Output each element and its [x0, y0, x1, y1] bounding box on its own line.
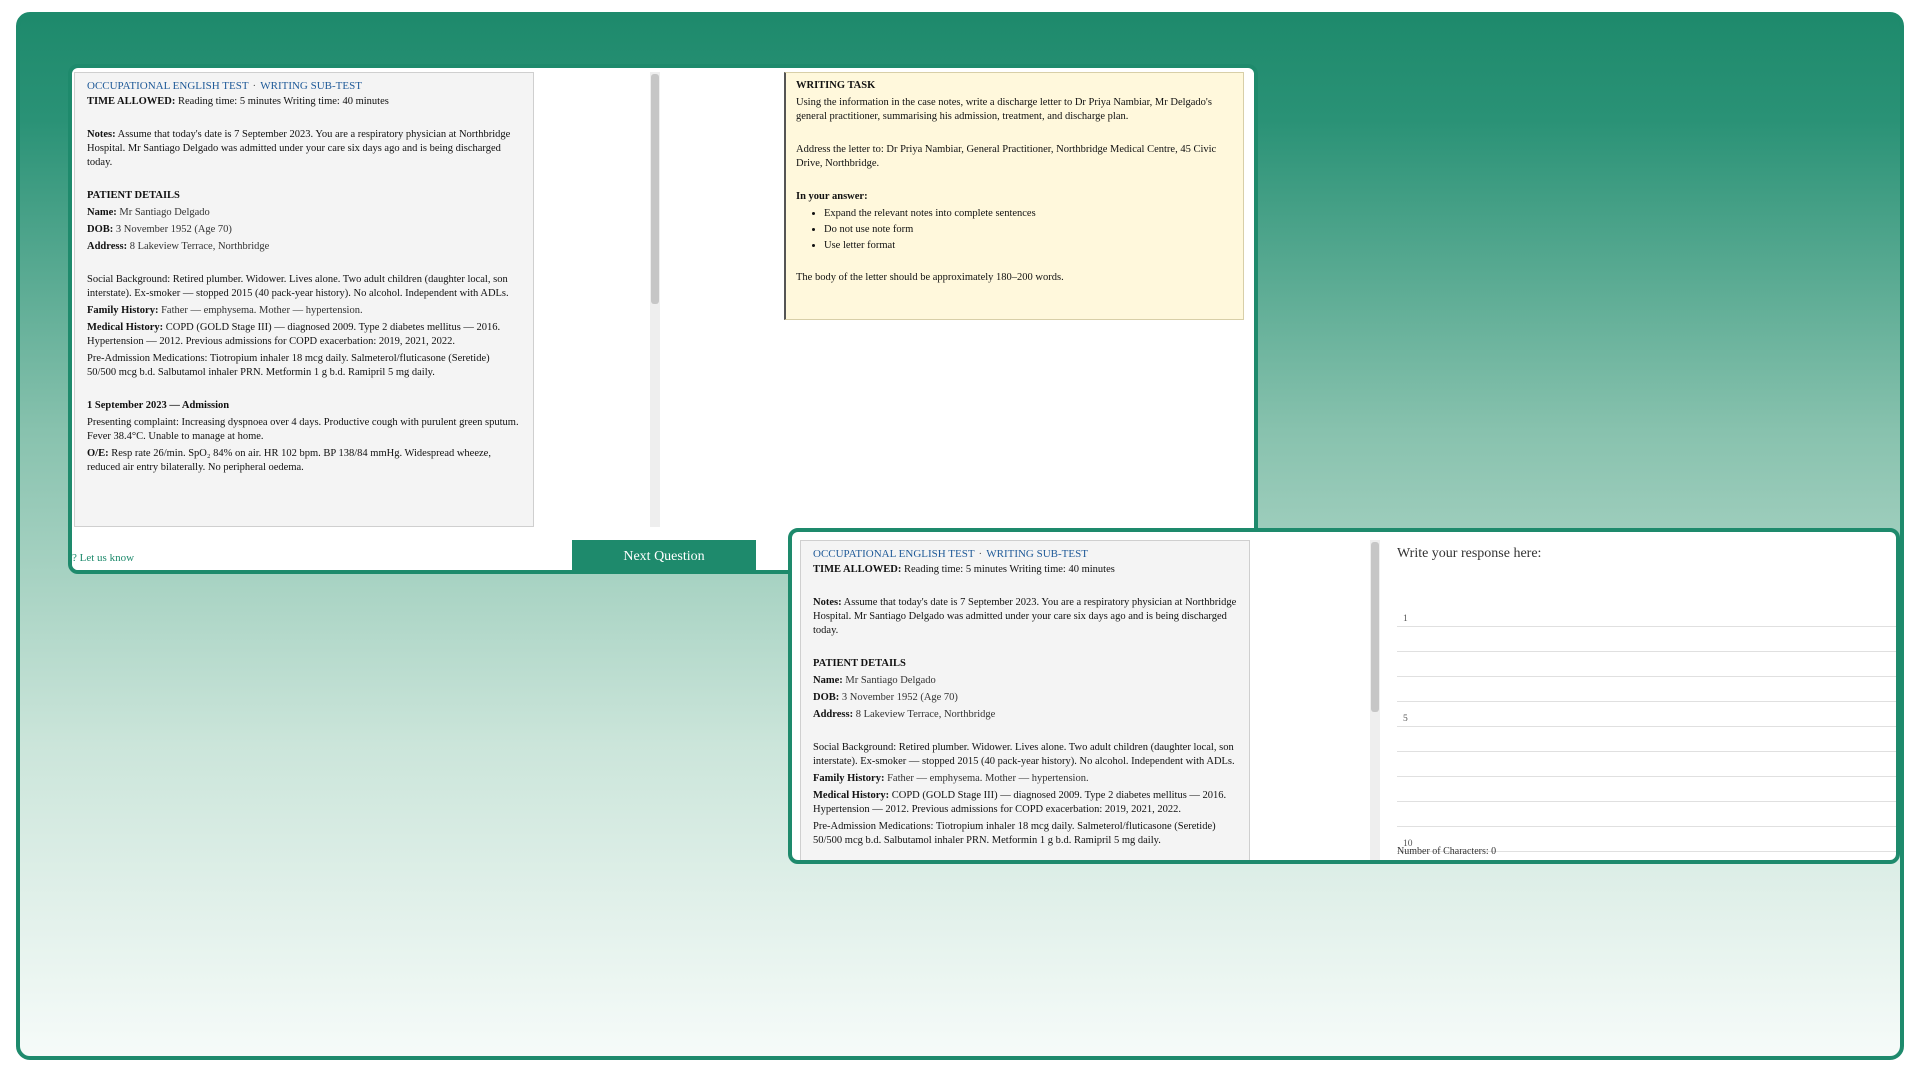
character-count: Number of Characters: 0	[1397, 846, 1497, 857]
medical-history: Medical History: COPD (GOLD Stage III) —…	[87, 322, 501, 347]
patient-dob: DOB: 3 November 1952 (Age 70)	[87, 224, 232, 235]
presenting-complaint: Presenting complaint: Increasing dyspnoe…	[87, 417, 519, 442]
list-item: Do not use note form	[824, 223, 1233, 237]
family-history: Family History: Father — emphysema. Moth…	[813, 773, 1089, 784]
test-title: OCCUPATIONAL ENGLISH TEST	[813, 548, 975, 560]
writing-task-heading: WRITING TASK	[796, 80, 876, 91]
exam-window-main: OCCUPATIONAL ENGLISH TEST · WRITING SUB-TE…	[68, 64, 1258, 574]
patient-address: Address: 8 Lakeview Terrace, Northbridge	[813, 709, 996, 720]
response-line[interactable]: 5	[1397, 702, 1896, 727]
family-history: Family History: Father — emphysema. Moth…	[87, 305, 363, 316]
pre-admission-medications: Pre-Admission Medications: Tiotropium in…	[813, 821, 1216, 846]
app-frame: OCCUPATIONAL ENGLISH TEST · WRITING SUB-TE…	[16, 12, 1904, 1060]
notes-intro: Notes: Assume that today's date is 7 Sep…	[87, 129, 511, 168]
time-allowed: TIME ALLOWED: Reading time: 5 minutes Wr…	[813, 564, 1115, 575]
response-line[interactable]	[1397, 802, 1896, 827]
response-line[interactable]	[1397, 652, 1896, 677]
medical-history: Medical History: COPD (GOLD Stage III) —…	[813, 790, 1227, 815]
response-editor[interactable]: 1 5 10	[1397, 602, 1896, 852]
scrollbar-thumb[interactable]	[651, 74, 659, 304]
subtest-title: WRITING SUB-TEST	[986, 548, 1088, 560]
case-notes-panel[interactable]: OCCUPATIONAL ENGLISH TEST · WRITING SUB-TE…	[800, 540, 1250, 860]
patient-address: Address: 8 Lakeview Terrace, Northbridge	[87, 241, 270, 252]
answer-instructions: Expand the relevant notes into complete …	[796, 207, 1233, 253]
response-line[interactable]	[1397, 677, 1896, 702]
list-item: Expand the relevant notes into complete …	[824, 207, 1233, 221]
feedback-link[interactable]: ? Let us know	[72, 552, 134, 564]
test-title: OCCUPATIONAL ENGLISH TEST	[87, 80, 249, 92]
test-header: OCCUPATIONAL ENGLISH TEST · WRITING SUB-TE…	[813, 548, 1088, 560]
case-notes-panel[interactable]: OCCUPATIONAL ENGLISH TEST · WRITING SUB-TE…	[74, 72, 534, 527]
case-notes-scrollbar[interactable]	[650, 72, 660, 527]
writing-task-intro: Using the information in the case notes,…	[796, 97, 1212, 122]
time-allowed: TIME ALLOWED: Reading time: 5 minutes Wr…	[87, 96, 389, 107]
next-question-button[interactable]: Next Question	[572, 540, 756, 570]
writing-task-panel: WRITING TASK Using the information in th…	[784, 72, 1244, 320]
writing-task-address: Address the letter to: Dr Priya Nambiar,…	[796, 144, 1217, 169]
line-number: 1	[1403, 614, 1408, 624]
admission-heading: 1 September 2023 — Admission	[87, 400, 230, 411]
scrollbar-thumb[interactable]	[1371, 542, 1379, 712]
response-line[interactable]	[1397, 627, 1896, 652]
notes-intro: Notes: Assume that today's date is 7 Sep…	[813, 597, 1237, 636]
list-item: Use letter format	[824, 239, 1233, 253]
response-line[interactable]	[1397, 752, 1896, 777]
patient-name: Name: Mr Santiago Delgado	[87, 207, 210, 218]
subtest-title: WRITING SUB-TEST	[260, 80, 362, 92]
answer-heading: In your answer:	[796, 191, 868, 202]
exam-window-response: OCCUPATIONAL ENGLISH TEST · WRITING SUB-TE…	[788, 528, 1900, 864]
on-examination: O/E: Resp rate 26/min. SpO₂ 84% on air. …	[87, 448, 491, 473]
response-title: Write your response here:	[1397, 546, 1542, 561]
patient-details-heading: PATIENT DETAILS	[813, 658, 906, 669]
patient-details-heading: PATIENT DETAILS	[87, 190, 180, 201]
response-line[interactable]: 1	[1397, 602, 1896, 627]
test-header: OCCUPATIONAL ENGLISH TEST · WRITING SUB-TE…	[87, 80, 362, 92]
case-notes-scrollbar[interactable]	[1370, 540, 1380, 860]
response-line[interactable]	[1397, 777, 1896, 802]
response-line[interactable]	[1397, 727, 1896, 752]
social-background: Social Background: Retired plumber. Wido…	[813, 742, 1235, 767]
patient-name: Name: Mr Santiago Delgado	[813, 675, 936, 686]
patient-dob: DOB: 3 November 1952 (Age 70)	[813, 692, 958, 703]
line-number: 5	[1403, 714, 1408, 724]
social-background: Social Background: Retired plumber. Wido…	[87, 274, 509, 299]
word-count-requirement: The body of the letter should be approxi…	[796, 272, 1064, 283]
pre-admission-medications: Pre-Admission Medications: Tiotropium in…	[87, 353, 490, 378]
